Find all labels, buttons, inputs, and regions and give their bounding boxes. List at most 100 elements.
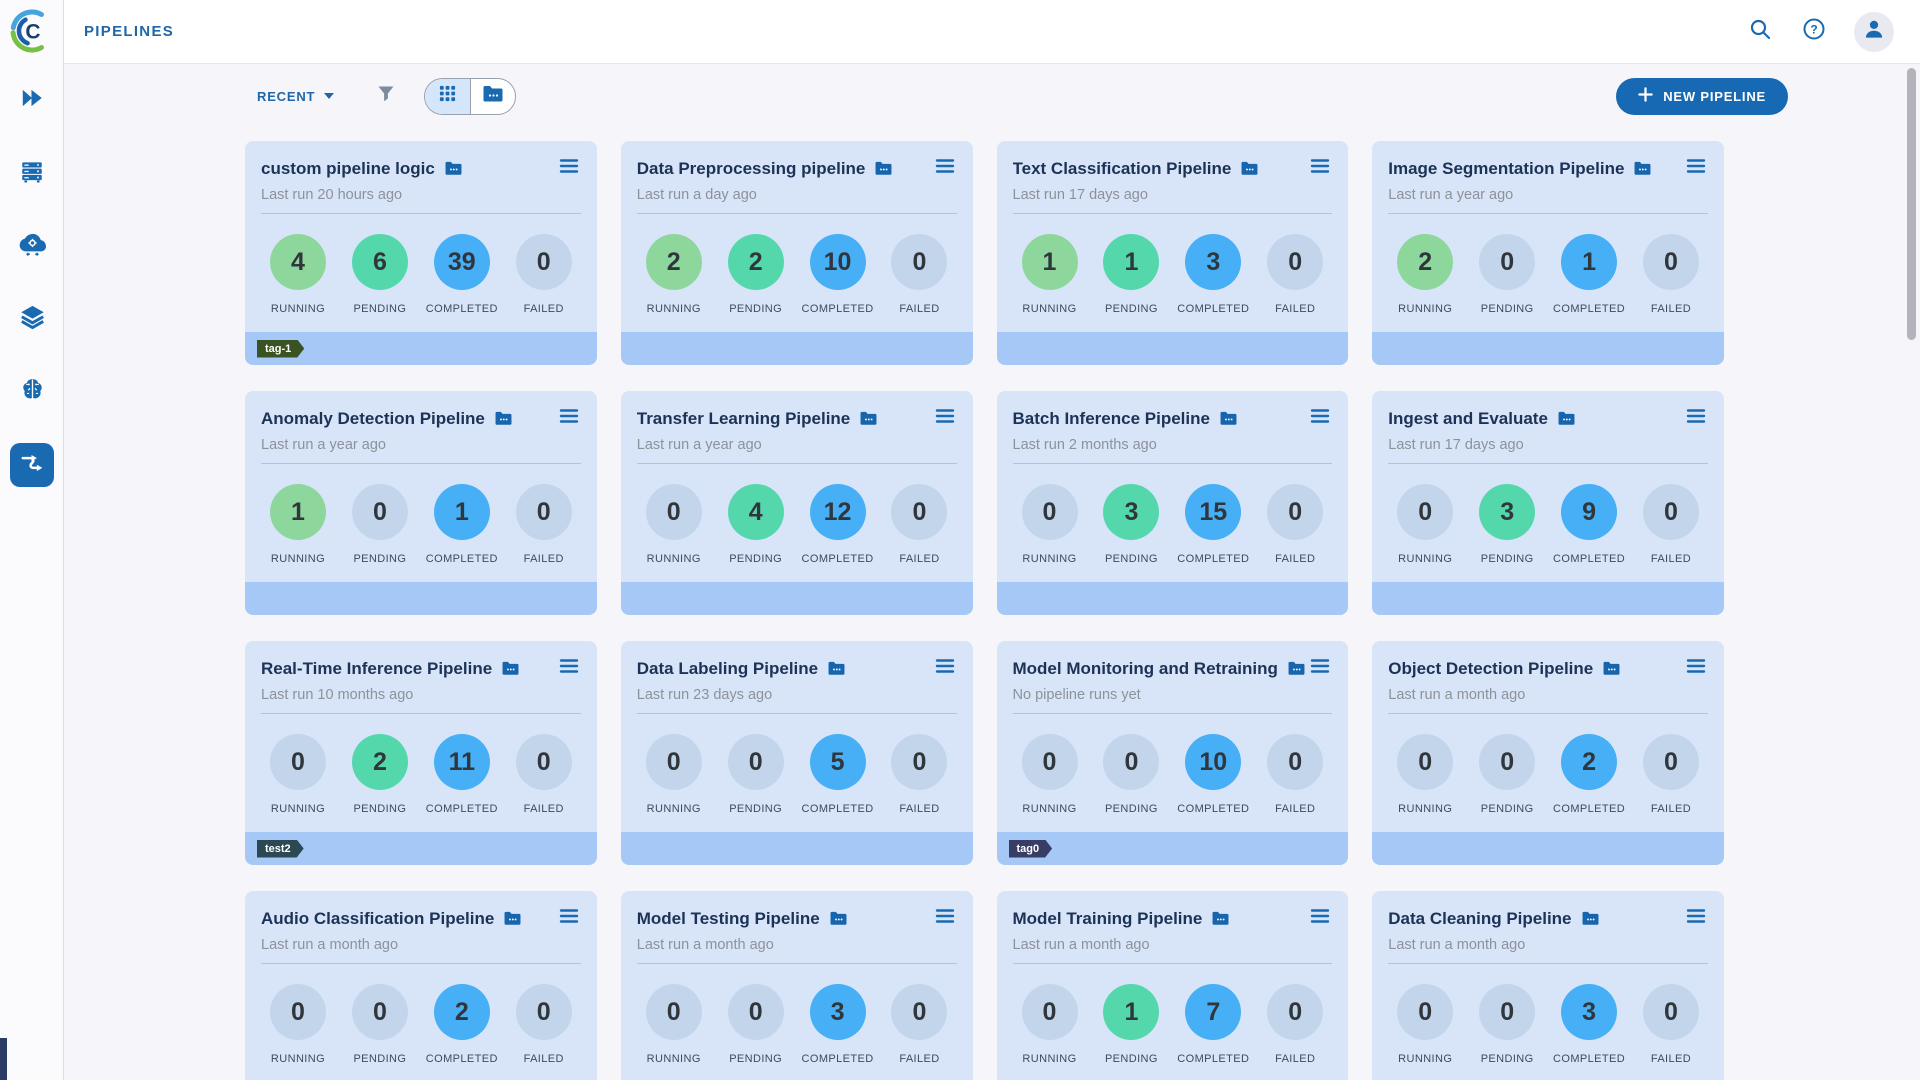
project-folder-icon xyxy=(1633,161,1652,176)
pipeline-stats: 0 RUNNING 0 PENDING 3 COMPLETED 0 FAILED xyxy=(1372,984,1724,1065)
pipeline-tag[interactable]: test2 xyxy=(257,840,304,858)
sidebar-item-models[interactable] xyxy=(10,370,54,414)
stat-completed: 3 COMPLETED xyxy=(1556,984,1622,1065)
clearml-logo[interactable]: C xyxy=(8,7,56,55)
card-divider xyxy=(261,713,581,714)
pipeline-stats: 0 RUNNING 0 PENDING 10 COMPLETED 0 FAILE… xyxy=(997,734,1349,815)
card-menu-button[interactable] xyxy=(557,406,581,431)
stat-running-count: 0 xyxy=(1397,984,1453,1040)
page-scrollbar[interactable] xyxy=(1907,68,1916,340)
pipeline-card[interactable]: Ingest and Evaluate Last run 17 days ago… xyxy=(1372,391,1724,615)
stat-pending-count: 0 xyxy=(728,734,784,790)
card-menu-button[interactable] xyxy=(1684,406,1708,431)
card-divider xyxy=(1388,963,1708,964)
sidebar-item-workers[interactable] xyxy=(10,151,54,195)
pipeline-card[interactable]: Anomaly Detection Pipeline Last run a ye… xyxy=(245,391,597,615)
search-button[interactable] xyxy=(1746,18,1774,46)
stat-failed-count: 0 xyxy=(891,984,947,1040)
pipeline-card[interactable]: Object Detection Pipeline Last run a mon… xyxy=(1372,641,1724,865)
stat-running-label: RUNNING xyxy=(1022,803,1076,815)
stat-pending-label: PENDING xyxy=(1105,303,1158,315)
sort-dropdown[interactable]: RECENT xyxy=(257,89,334,104)
project-folder-icon xyxy=(503,911,522,926)
stat-running-label: RUNNING xyxy=(647,1053,701,1065)
stat-completed-count: 9 xyxy=(1561,484,1617,540)
pipeline-card[interactable]: Transfer Learning Pipeline Last run a ye… xyxy=(621,391,973,615)
card-divider xyxy=(261,463,581,464)
pipeline-card[interactable]: Text Classification Pipeline Last run 17… xyxy=(997,141,1349,365)
card-divider xyxy=(1013,463,1333,464)
user-avatar[interactable] xyxy=(1854,12,1894,52)
new-pipeline-button[interactable]: NEW PIPELINE xyxy=(1616,78,1788,115)
card-divider xyxy=(1013,213,1333,214)
stat-running: 0 RUNNING xyxy=(641,734,707,815)
pipeline-card[interactable]: Model Monitoring and Retraining No pipel… xyxy=(997,641,1349,865)
stat-failed: 0 FAILED xyxy=(886,484,952,565)
stat-running: 0 RUNNING xyxy=(1017,734,1083,815)
card-menu-button[interactable] xyxy=(1308,656,1332,681)
pipeline-tag[interactable]: tag-1 xyxy=(257,340,304,358)
card-menu-button[interactable] xyxy=(1308,156,1332,181)
hamburger-icon xyxy=(935,658,955,679)
stat-failed: 0 FAILED xyxy=(511,984,577,1065)
stat-running-count: 1 xyxy=(270,484,326,540)
card-menu-button[interactable] xyxy=(1308,906,1332,931)
pipeline-tag[interactable]: tag0 xyxy=(1009,840,1053,858)
stat-failed-label: FAILED xyxy=(1651,303,1691,315)
card-menu-button[interactable] xyxy=(933,406,957,431)
sidebar-item-projects[interactable] xyxy=(10,78,54,122)
stat-failed: 0 FAILED xyxy=(1638,234,1704,315)
stat-failed-label: FAILED xyxy=(1275,553,1315,565)
pipeline-card[interactable]: Data Labeling Pipeline Last run 23 days … xyxy=(621,641,973,865)
svg-text:C: C xyxy=(25,21,40,44)
pipeline-card[interactable]: Batch Inference Pipeline Last run 2 mont… xyxy=(997,391,1349,615)
stat-pending: 0 PENDING xyxy=(723,984,789,1065)
pipeline-card[interactable]: Model Testing Pipeline Last run a month … xyxy=(621,891,973,1080)
grid-view-button[interactable] xyxy=(425,79,470,114)
pipeline-last-run: Last run 17 days ago xyxy=(1372,431,1724,453)
pipeline-card[interactable]: Image Segmentation Pipeline Last run a y… xyxy=(1372,141,1724,365)
card-divider xyxy=(1013,713,1333,714)
card-menu-button[interactable] xyxy=(1684,656,1708,681)
sidebar-item-datasets[interactable] xyxy=(10,297,54,341)
stat-pending-label: PENDING xyxy=(353,1053,406,1065)
card-menu-button[interactable] xyxy=(933,906,957,931)
pipeline-last-run: Last run 2 months ago xyxy=(997,431,1349,453)
card-menu-button[interactable] xyxy=(557,156,581,181)
pipeline-card[interactable]: Model Training Pipeline Last run a month… xyxy=(997,891,1349,1080)
card-footer: tag0 xyxy=(997,832,1349,865)
pipeline-card[interactable]: Data Cleaning Pipeline Last run a month … xyxy=(1372,891,1724,1080)
view-toggle xyxy=(424,78,516,115)
sidebar-item-serving[interactable] xyxy=(10,224,54,268)
pipeline-card[interactable]: custom pipeline logic Last run 20 hours … xyxy=(245,141,597,365)
stat-failed-count: 0 xyxy=(891,734,947,790)
sidebar-item-pipelines[interactable] xyxy=(10,443,54,487)
stat-failed-label: FAILED xyxy=(899,1053,939,1065)
stat-failed-count: 0 xyxy=(1267,234,1323,290)
pipeline-card[interactable]: Real-Time Inference Pipeline Last run 10… xyxy=(245,641,597,865)
card-menu-button[interactable] xyxy=(557,656,581,681)
stat-failed: 0 FAILED xyxy=(511,484,577,565)
pipeline-title: Data Labeling Pipeline xyxy=(637,659,818,679)
stat-failed-label: FAILED xyxy=(1275,803,1315,815)
stat-running-count: 0 xyxy=(1397,734,1453,790)
stat-failed-label: FAILED xyxy=(1275,303,1315,315)
folder-view-button[interactable] xyxy=(470,79,515,114)
filter-button[interactable] xyxy=(376,84,396,109)
stat-completed-count: 2 xyxy=(1561,734,1617,790)
stat-running-label: RUNNING xyxy=(647,803,701,815)
card-menu-button[interactable] xyxy=(933,656,957,681)
card-menu-button[interactable] xyxy=(1684,906,1708,931)
help-button[interactable]: ? xyxy=(1800,18,1828,46)
card-menu-button[interactable] xyxy=(1684,156,1708,181)
stat-running: 0 RUNNING xyxy=(641,984,707,1065)
stat-completed: 1 COMPLETED xyxy=(1556,234,1622,315)
sidebar-scrollbar[interactable] xyxy=(0,1038,7,1080)
pipeline-card[interactable]: Audio Classification Pipeline Last run a… xyxy=(245,891,597,1080)
pipeline-card[interactable]: Data Preprocessing pipeline Last run a d… xyxy=(621,141,973,365)
stat-completed-count: 12 xyxy=(810,484,866,540)
card-menu-button[interactable] xyxy=(1308,406,1332,431)
card-menu-button[interactable] xyxy=(557,906,581,931)
card-menu-button[interactable] xyxy=(933,156,957,181)
pipeline-stats: 4 RUNNING 6 PENDING 39 COMPLETED 0 FAILE… xyxy=(245,234,597,315)
